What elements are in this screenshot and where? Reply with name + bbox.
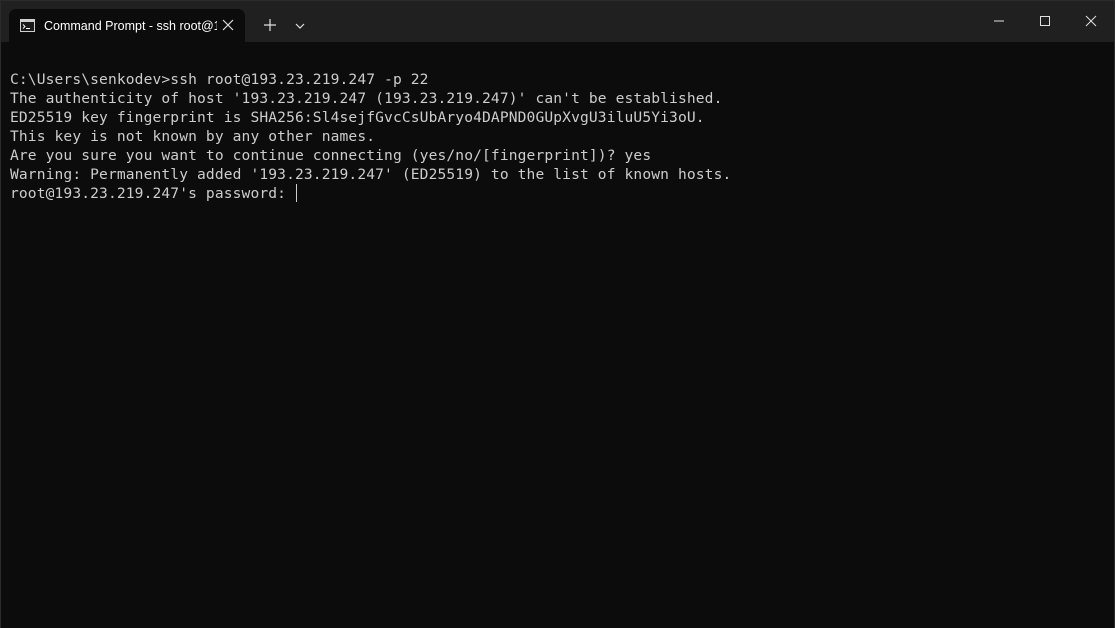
minimize-button[interactable] bbox=[976, 1, 1022, 42]
plus-icon[interactable] bbox=[262, 17, 278, 33]
terminal-line: Warning: Permanently added '193.23.219.2… bbox=[10, 166, 732, 183]
terminal-lines: C:\Users\senkodev>ssh root@193.23.219.24… bbox=[10, 70, 731, 203]
password-prompt: root@193.23.219.247's password: bbox=[10, 185, 295, 202]
close-window-button[interactable] bbox=[1068, 1, 1114, 42]
text-cursor bbox=[296, 184, 297, 202]
tab-title: Command Prompt - ssh root@193.23.219.247… bbox=[44, 19, 217, 33]
password-prompt-line[interactable]: root@193.23.219.247's password: bbox=[10, 184, 731, 203]
maximize-button[interactable] bbox=[1022, 1, 1068, 42]
chevron-down-icon[interactable] bbox=[293, 19, 307, 31]
terminal-line: This key is not known by any other names… bbox=[10, 128, 376, 145]
terminal-line: ED25519 key fingerprint is SHA256:Sl4sej… bbox=[10, 109, 705, 126]
terminal-line: The authenticity of host '193.23.219.247… bbox=[10, 90, 723, 107]
terminal-output[interactable]: C:\Users\senkodev>ssh root@193.23.219.24… bbox=[1, 42, 1114, 628]
terminal-window: Command Prompt - ssh root@193.23.219.247… bbox=[0, 0, 1115, 628]
title-bar[interactable]: Command Prompt - ssh root@193.23.219.247… bbox=[1, 1, 1114, 42]
command-prompt-icon bbox=[20, 19, 35, 32]
terminal-line: C:\Users\senkodev>ssh root@193.23.219.24… bbox=[10, 71, 429, 88]
terminal-line: Are you sure you want to continue connec… bbox=[10, 147, 652, 164]
close-icon[interactable] bbox=[221, 18, 235, 32]
tab-command-prompt[interactable]: Command Prompt - ssh root@193.23.219.247… bbox=[9, 9, 245, 42]
